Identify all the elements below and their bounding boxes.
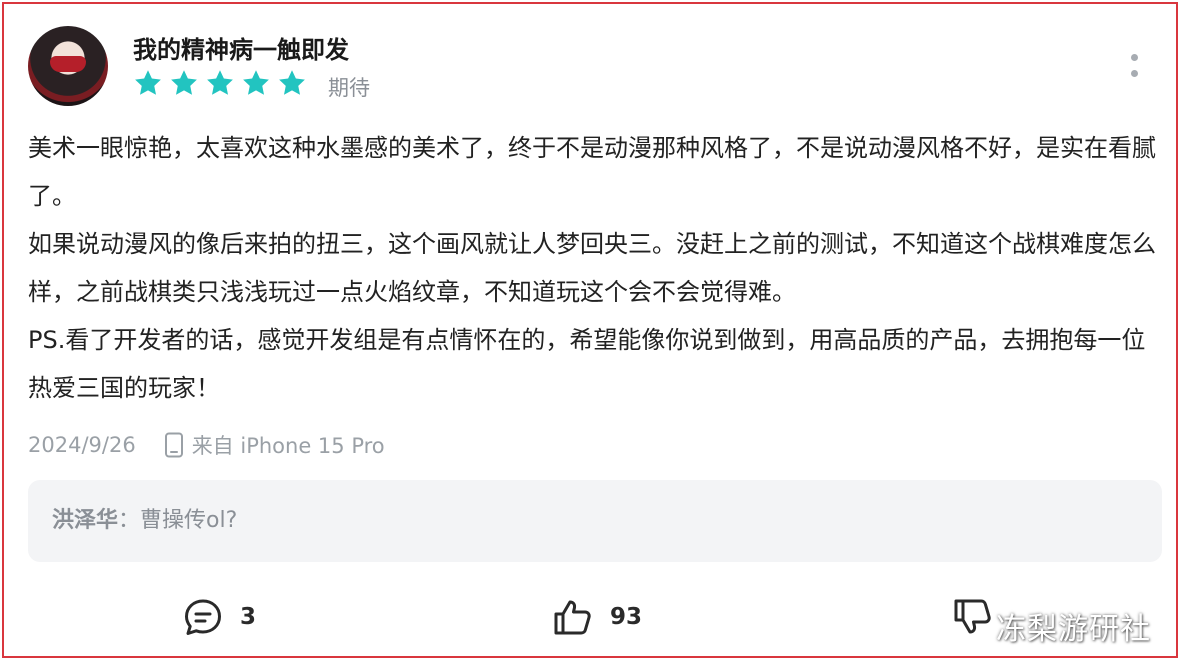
comment-button[interactable]: 3 [182, 596, 256, 638]
reply-text: 曹操传ol? [140, 508, 238, 533]
like-count: 93 [610, 604, 643, 630]
star-icon [135, 70, 161, 95]
avatar-mask [50, 56, 86, 72]
device-label: 来自 iPhone 15 Pro [191, 434, 385, 458]
more-dot [1131, 54, 1138, 61]
reply-preview[interactable]: 洪泽华：曹操传ol? [28, 480, 1162, 562]
reply-separator: ： [118, 508, 141, 533]
watermark: 冻梨游研社 [996, 612, 1151, 647]
comment-icon [185, 599, 221, 635]
dislike-button[interactable] [952, 596, 994, 638]
review-paragraph: 美术一眼惊艳，太喜欢这种水墨感的美术了，终于不是动漫那种风格了，不是说动漫风格不… [28, 134, 1156, 210]
review-paragraph: PS.看了开发者的话，感觉开发组是有点情怀在的，希望能像你说到做到，用高品质的产… [28, 326, 1146, 402]
more-options-icon[interactable] [1126, 54, 1142, 84]
username[interactable]: 我的精神病一触即发 [133, 30, 349, 65]
phone-icon [164, 432, 183, 458]
review-text: 美术一眼惊艳，太喜欢这种水墨感的美术了，终于不是动漫那种风格了，不是说动漫风格不… [28, 124, 1158, 412]
review-date: 2024/9/26 [28, 433, 136, 457]
avatar[interactable] [28, 26, 108, 106]
star-icon [279, 70, 305, 95]
thumbs-up-icon [554, 600, 591, 635]
star-icon [171, 70, 197, 95]
review-paragraph: 如果说动漫风的像后来拍的扭三，这个画风就让人梦回央三。没赶上之前的测试，不知道这… [28, 230, 1156, 306]
reply-author[interactable]: 洪泽华 [52, 508, 118, 533]
comment-count: 3 [240, 604, 257, 630]
rating-label: 期待 [328, 76, 370, 100]
star-icon [243, 70, 269, 95]
like-button[interactable]: 93 [552, 596, 642, 638]
more-dot [1131, 70, 1138, 77]
star-icon [207, 70, 233, 95]
thumbs-down-icon [954, 599, 991, 634]
review-meta: 2024/9/26 来自 iPhone 15 Pro [28, 430, 385, 460]
star-rating [133, 68, 307, 98]
